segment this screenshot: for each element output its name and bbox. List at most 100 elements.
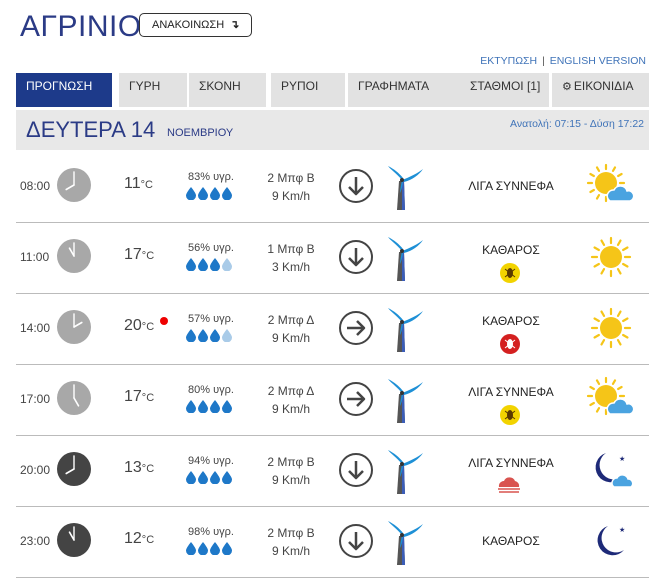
- humidity-drop-icon: [210, 471, 220, 489]
- temperature-unit: °C: [141, 392, 155, 404]
- tab-stations[interactable]: ΣΤΑΘΜΟΙ [1]: [460, 73, 549, 107]
- humidity-drops: [186, 258, 232, 276]
- humidity-drop-icon: [210, 258, 220, 276]
- print-link[interactable]: ΕΚΤΥΠΩΣΗ: [480, 55, 537, 67]
- humidity-drop-icon: [186, 329, 196, 347]
- tab-charts[interactable]: ΓΡΑΦΗΜΑΤΑ: [348, 73, 460, 107]
- wind-force: 2 Μπφ Β: [267, 526, 315, 540]
- wind-force: 1 Μπφ Β: [267, 242, 315, 256]
- humidity-drop-icon: [210, 400, 220, 418]
- temperature-value: 12: [124, 530, 142, 547]
- tab-pollutants[interactable]: ΡΥΠΟΙ: [271, 73, 345, 107]
- humidity-drop-icon: [198, 329, 208, 347]
- tab-forecast[interactable]: ΠΡΟΓΝΩΣΗ: [16, 73, 112, 107]
- temperature: 13°C: [124, 459, 154, 477]
- wind-force: 2 Μπφ Β: [267, 455, 315, 469]
- tab-dust[interactable]: ΣΚΟΝΗ: [189, 73, 266, 107]
- red-dust-icon: [499, 333, 521, 355]
- humidity-drops: [186, 471, 232, 489]
- temperature: 11°C: [124, 175, 153, 193]
- month-name: ΝΟΕΜΒΡΙΟΥ: [167, 127, 234, 139]
- moon-cloud-icon: ★: [586, 447, 636, 493]
- wind-turbine-icon: [386, 447, 426, 495]
- tab-pollen[interactable]: ΓΥΡΗ: [119, 73, 187, 107]
- forecast-time: 14:00: [20, 321, 51, 335]
- announcement-button[interactable]: ΑΝΑΚΟΙΝΩΣΗ ↴: [139, 13, 253, 37]
- humidity-drop-icon: [222, 542, 232, 560]
- alert-dot-icon: [160, 317, 168, 325]
- sun-cloud-icon: [586, 376, 636, 422]
- weather-condition: ΚΑΘΑΡΟΣ: [482, 243, 540, 257]
- down-arrow-icon: [338, 452, 374, 488]
- humidity: 57% υγρ.: [188, 313, 234, 325]
- humidity-drop-icon: [186, 471, 196, 489]
- humidity-drop-icon: [186, 400, 196, 418]
- moon-icon: ★: [586, 518, 636, 564]
- english-version-link[interactable]: ENGLISH VERSION: [550, 55, 646, 67]
- forecast-time: 23:00: [20, 534, 51, 548]
- gear-icon: ⚙: [562, 81, 572, 93]
- sunrise-sunset: Ανατολή: 07:15 - Δύση 17:22: [510, 118, 644, 130]
- tab-label: ΣΤΑΘΜΟΙ [1]: [470, 79, 541, 93]
- temperature-unit: °C: [141, 463, 155, 475]
- temperature: 20°C: [124, 317, 154, 335]
- down-arrow-icon: [338, 523, 374, 559]
- top-links: ΕΚΤΥΠΩΣΗ | ENGLISH VERSION: [480, 55, 646, 67]
- tab-label: ΠΡΟΓΝΩΣΗ: [26, 79, 93, 93]
- clock-icon: [56, 309, 92, 345]
- clock-icon: [56, 380, 92, 416]
- temperature-unit: °C: [141, 534, 155, 546]
- temperature-value: 11: [124, 175, 141, 192]
- svg-text:★: ★: [619, 526, 625, 534]
- right-arrow-icon: [338, 381, 374, 417]
- humidity-drop-icon: [186, 258, 196, 276]
- svg-text:★: ★: [619, 455, 625, 463]
- tab-label: ΓΡΑΦΗΜΑΤΑ: [358, 79, 430, 93]
- day-header: ΔΕΥΤΕΡΑ 14 ΝΟΕΜΒΡΙΟΥ Ανατολή: 07:15 - Δύ…: [16, 110, 649, 150]
- link-separator: |: [542, 55, 545, 67]
- yellow-dust-icon: [499, 404, 521, 426]
- humidity: 94% υγρ.: [188, 455, 234, 467]
- temperature-value: 17: [124, 388, 142, 405]
- sun-icon: [586, 305, 636, 351]
- weather-condition: ΚΑΘΑΡΟΣ: [482, 314, 540, 328]
- humidity-drop-icon: [210, 187, 220, 205]
- down-arrow-icon: [338, 239, 374, 275]
- weather-condition: ΚΑΘΑΡΟΣ: [482, 534, 540, 548]
- page-title: ΑΓΡΙΝΙΟ: [20, 10, 142, 43]
- tab-label: ΡΥΠΟΙ: [281, 79, 319, 93]
- humidity-drop-icon: [186, 542, 196, 560]
- humidity-drop-icon: [222, 329, 232, 347]
- forecast-row: 20:00 13°C 94% υγρ. 2 Μπφ Β 9 Km/h ΛΙΓΑ …: [16, 435, 649, 507]
- humidity: 56% υγρ.: [188, 242, 234, 254]
- tab-label: ΕΙΚΟΝΙΔΙΑ: [573, 79, 634, 93]
- humidity-drop-icon: [198, 542, 208, 560]
- humidity-drops: [186, 400, 232, 418]
- humidity: 98% υγρ.: [188, 526, 234, 538]
- wind-speed: 9 Km/h: [271, 473, 310, 487]
- haze-cloud-icon: [496, 475, 522, 497]
- night-clock-icon: [56, 522, 92, 558]
- wind-speed: 9 Km/h: [271, 189, 310, 203]
- right-arrow-icon: [338, 310, 374, 346]
- wind-force: 2 Μπφ Β: [267, 171, 315, 185]
- wind-turbine-icon: [386, 163, 426, 211]
- day-name: ΔΕΥΤΕΡΑ 14: [26, 117, 156, 142]
- forecast-row: 14:00 20°C 57% υγρ. 2 Μπφ Δ 9 Km/h ΚΑΘΑΡ…: [16, 293, 649, 365]
- wind-force: 2 Μπφ Δ: [267, 384, 315, 398]
- temperature-unit: °C: [141, 321, 155, 333]
- temperature-unit: °C: [140, 179, 153, 191]
- humidity-drop-icon: [198, 258, 208, 276]
- humidity: 80% υγρ.: [188, 384, 234, 396]
- humidity-drop-icon: [222, 471, 232, 489]
- night-clock-icon: [56, 451, 92, 487]
- clock-icon: [56, 238, 92, 274]
- wind-turbine-icon: [386, 376, 426, 424]
- sun-icon: [586, 234, 636, 280]
- tab-icons[interactable]: ⚙ ΕΙΚΟΝΙΔΙΑ: [552, 73, 649, 107]
- wind-speed: 3 Km/h: [271, 260, 310, 274]
- temperature-value: 17: [124, 246, 142, 263]
- humidity-drop-icon: [222, 187, 232, 205]
- humidity-drop-icon: [210, 329, 220, 347]
- forecast-row: 23:00 12°C 98% υγρ. 2 Μπφ Β 9 Km/h ΚΑΘΑΡ…: [16, 506, 649, 578]
